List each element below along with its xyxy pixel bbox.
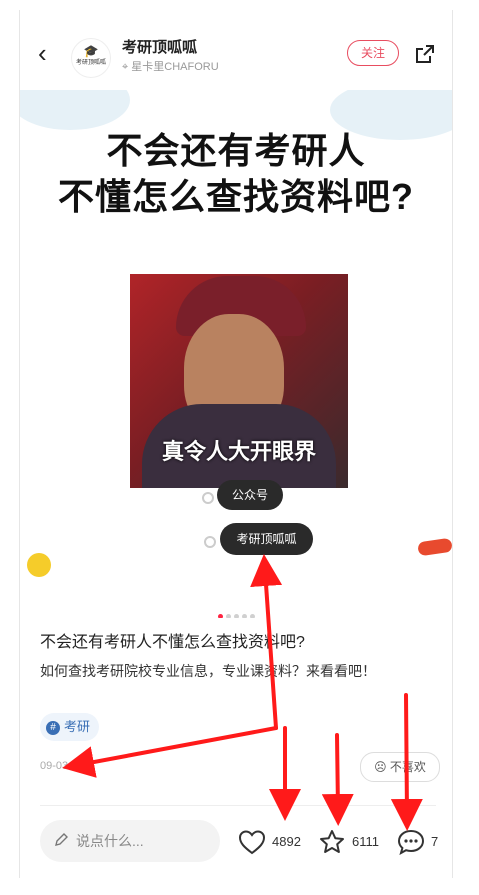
image-pager[interactable] — [218, 606, 258, 618]
like-count: 4892 — [272, 834, 301, 849]
tag-dot — [202, 492, 214, 504]
pager-dot — [242, 614, 247, 618]
comment-bubble-icon — [397, 829, 425, 855]
image-tag-account[interactable]: 考研顶呱呱 — [220, 523, 313, 555]
sad-face-icon: ☹ — [374, 760, 387, 774]
logo-text: 考研顶呱呱 — [75, 60, 106, 66]
graduation-cap-icon: 🎓 — [83, 44, 99, 58]
top-bar: ‹ 🎓 考研顶呱呱 考研顶呱呱 ⌖ 星卡里CHAFORU 关注 — [20, 10, 452, 90]
follow-button[interactable]: 关注 — [347, 40, 399, 66]
tag-dot — [204, 536, 216, 548]
dislike-label: 不喜欢 — [389, 760, 426, 774]
comment-input[interactable]: 说点什么... — [40, 820, 220, 862]
pen-icon — [55, 833, 68, 846]
comment-placeholder: 说点什么... — [76, 833, 144, 849]
hashtag-icon: # — [46, 720, 60, 735]
location-pin-icon: ⌖ — [122, 61, 129, 73]
star-icon — [320, 830, 344, 853]
cloud-decoration — [20, 90, 130, 130]
phone-screen: ‹ 🎓 考研顶呱呱 考研顶呱呱 ⌖ 星卡里CHAFORU 关注 不会还有考研人 … — [19, 10, 453, 878]
meme-photo: 真令人大开眼界 — [130, 274, 348, 488]
post-title: 不会还有考研人不懂怎么查找资料吧? — [40, 634, 305, 651]
topic-label: 考研 — [64, 719, 91, 734]
comment-count: 7 — [431, 834, 439, 849]
pager-dot — [234, 614, 239, 618]
post-image[interactable]: 不会还有考研人 不懂怎么查找资料吧? 真令人大开眼界 公众号 考研顶呱呱 — [20, 90, 452, 618]
divider — [40, 805, 436, 806]
pager-dot — [250, 614, 255, 618]
post-date: 09-03 — [40, 760, 69, 772]
location-label: ⌖ 星卡里CHAFORU — [122, 58, 219, 74]
headline-line-2: 不懂怎么查找资料吧? — [58, 176, 414, 217]
heart-icon — [238, 830, 266, 855]
collect-count: 6111 — [352, 834, 379, 849]
meme-caption: 真令人大开眼界 — [161, 439, 316, 464]
pager-dot-active — [218, 614, 223, 618]
headline-line-1: 不会还有考研人 — [106, 130, 366, 171]
share-icon[interactable] — [414, 43, 436, 65]
topic-tag[interactable]: # 考研 — [40, 713, 100, 741]
image-tag-gongzhonghao[interactable]: 公众号 — [217, 480, 283, 510]
red-blob-decoration — [417, 537, 452, 557]
yellow-blob-decoration — [27, 553, 51, 577]
pager-dot — [226, 614, 231, 618]
avatar[interactable]: 🎓 考研顶呱呱 — [71, 38, 111, 78]
image-headline: 不会还有考研人 不懂怎么查找资料吧? — [20, 128, 452, 220]
post-body: 如何查找考研院校专业信息，专业课资料？来看看吧！ — [40, 663, 376, 679]
location-text: 星卡里CHAFORU — [131, 61, 219, 73]
back-arrow-icon[interactable]: ‹ — [38, 40, 47, 66]
author-name[interactable]: 考研顶呱呱 — [122, 36, 197, 57]
dislike-button[interactable]: ☹ 不喜欢 — [360, 752, 440, 782]
